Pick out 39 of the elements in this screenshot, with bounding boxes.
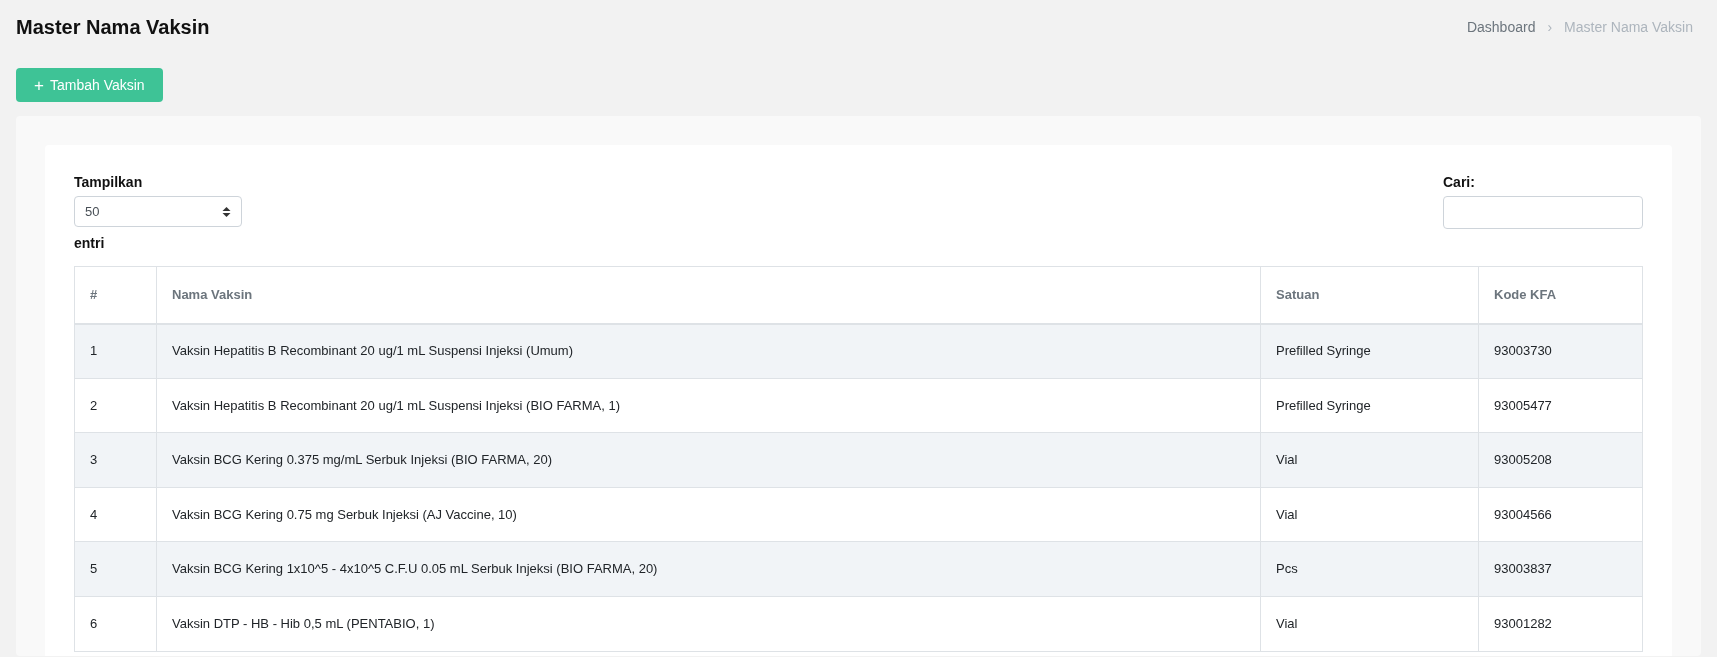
column-header: Satuan [1260, 266, 1479, 324]
table-cell: Vaksin BCG Kering 0.375 mg/mL Serbuk Injeksi (BIO FARMA, 20) [156, 432, 1261, 488]
table-cell: 93001282 [1478, 596, 1643, 652]
table-cell: 6 [74, 596, 157, 652]
breadcrumb-item: Master Nama Vaksin [1564, 17, 1693, 37]
table-cell: 93005477 [1478, 378, 1643, 433]
search-field[interactable] [1443, 196, 1643, 229]
table-cell: Prefilled Syringe [1260, 378, 1479, 433]
table-cell: 93003837 [1478, 541, 1643, 597]
table-cell: Vaksin BCG Kering 1x10^5 - 4x10^5 C.F.U 0.05 mL Serbuk Injeksi (BIO FARMA, 20) [156, 541, 1261, 597]
table-cell: Vial [1260, 596, 1479, 652]
entries-select[interactable]: 50 [74, 196, 242, 227]
breadcrumb-item[interactable]: Dashboard [1466, 16, 1536, 38]
column-header: Nama Vaksin [156, 266, 1261, 324]
table-cell: 93005208 [1478, 432, 1643, 488]
table-cell: Vaksin DTP - HB - Hib 0,5 mL (PENTABIO, 1) [156, 596, 1261, 652]
add-vaccine-button[interactable]: + Tambah Vaksin [16, 68, 163, 102]
table-cell: 93004566 [1478, 487, 1643, 542]
table-cell: Prefilled Syringe [1260, 323, 1479, 379]
column-header: # [74, 266, 157, 324]
table-cell: Vaksin BCG Kering 0.75 mg Serbuk Injeksi (AJ Vaccine, 10) [156, 487, 1261, 542]
column-header: Kode KFA [1478, 266, 1643, 324]
table-cell: Pcs [1260, 541, 1479, 597]
table-cell: Vial [1260, 432, 1479, 488]
table-cell: 2 [74, 378, 157, 433]
table-cell: 5 [74, 541, 157, 597]
table-cell: 3 [74, 432, 157, 488]
breadcrumb-separator: › [1547, 17, 1553, 37]
table-cell: Vial [1260, 487, 1479, 542]
page-title: Master Nama Vaksin [16, 15, 210, 40]
table-cell: Vaksin Hepatitis B Recombinant 20 ug/1 mL Suspensi Injeksi (BIO FARMA, 1) [156, 378, 1261, 433]
table-cell: 93003730 [1478, 323, 1643, 379]
length-label: entri [74, 234, 106, 253]
sort-caret-icon [222, 205, 231, 218]
table-cell: 4 [74, 487, 157, 542]
search-label: Cari: [1443, 173, 1476, 192]
length-label: Tampilkan [74, 173, 144, 192]
table-cell: 1 [74, 323, 157, 379]
table-cell: Vaksin Hepatitis B Recombinant 20 ug/1 mL Suspensi Injeksi (Umum) [156, 323, 1261, 379]
